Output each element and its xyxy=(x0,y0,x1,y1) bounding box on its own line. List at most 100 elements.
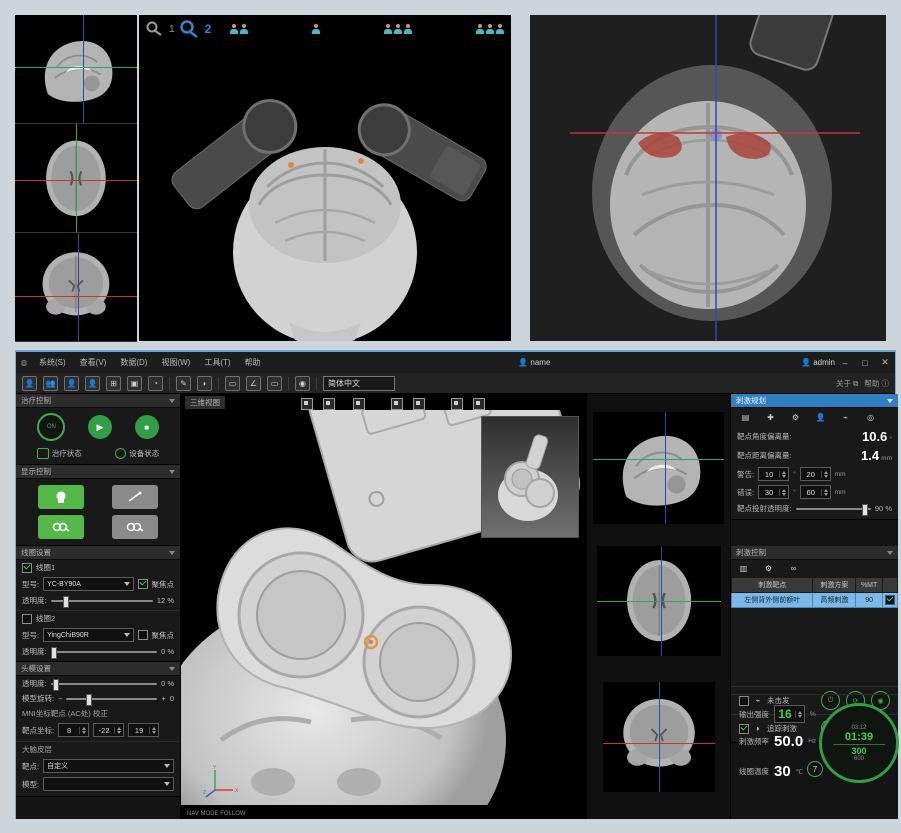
camera-icon[interactable]: ◉ xyxy=(295,376,310,391)
view-cube-top-icon[interactable] xyxy=(413,398,425,410)
menu-system[interactable]: 系统(S) xyxy=(32,357,73,368)
target-select[interactable]: 自定义 xyxy=(43,759,174,773)
intensity-spinner[interactable]: 16 xyxy=(774,705,805,723)
coord-z-spinner[interactable]: 19 xyxy=(128,723,159,737)
add-target-icon[interactable]: ✚ xyxy=(764,411,777,424)
view-cube-left-icon[interactable] xyxy=(353,398,365,410)
head-coils-render[interactable] xyxy=(139,37,511,341)
mri-coronal-view[interactable] xyxy=(15,233,137,342)
coord-y-spinner[interactable]: -22 xyxy=(93,723,124,737)
projection-opacity-slider[interactable] xyxy=(796,508,871,510)
device-icon[interactable]: ▭ xyxy=(267,376,282,391)
show-coil2-button[interactable] xyxy=(112,515,158,539)
warn-distance-spinner[interactable]: 20 xyxy=(800,467,831,481)
registration-icon[interactable]: ⊞ xyxy=(106,376,121,391)
slice-coronal[interactable] xyxy=(603,682,715,792)
minimize-button[interactable]: – xyxy=(835,358,855,368)
help-link[interactable]: 帮助 ⓘ xyxy=(864,378,889,389)
angle-tool-icon[interactable]: ∠ xyxy=(246,376,261,391)
maximize-button[interactable]: □ xyxy=(855,358,875,368)
patient-info-icon[interactable]: 👤 xyxy=(64,376,79,391)
rotate-minus-button[interactable]: − xyxy=(58,694,62,703)
mri-axial-view[interactable] xyxy=(15,124,137,233)
coil-2-icon[interactable] xyxy=(179,19,201,39)
stim-table-row[interactable]: 左侧背外侧前额叶 高频刺激 90 xyxy=(732,593,898,608)
stim-settings-icon[interactable]: ⚙ xyxy=(762,562,775,575)
coil-1-icon[interactable] xyxy=(145,20,165,38)
image-viewer-icon[interactable]: ▣ xyxy=(127,376,142,391)
mri-sagittal-view[interactable] xyxy=(15,15,137,124)
play-button[interactable]: ▶ xyxy=(88,415,112,439)
coil2-model-select[interactable]: YingChiB90R xyxy=(43,628,133,642)
crosshair-vertical xyxy=(83,15,84,123)
settings-gear-icon[interactable]: ⚙ xyxy=(789,411,802,424)
warn-angle-spinner[interactable]: 10 xyxy=(758,467,789,481)
head-model-icon[interactable]: 👤 xyxy=(814,411,827,424)
viewport-tab[interactable]: 三维视图 xyxy=(185,396,225,409)
treatment-section-header[interactable]: 治疗控制 xyxy=(16,394,180,408)
menu-data[interactable]: 数据(D) xyxy=(113,357,154,368)
coil-settings-header[interactable]: 线圈设置 xyxy=(16,546,180,560)
stop-button[interactable]: ■ xyxy=(135,415,159,439)
coil2-focus-checkbox[interactable] xyxy=(138,630,148,640)
show-head-button[interactable] xyxy=(38,485,84,509)
model-select[interactable] xyxy=(43,777,174,791)
view-cube-right-icon[interactable] xyxy=(391,398,403,410)
patient-list-icon[interactable]: 👥 xyxy=(43,376,58,391)
projection-opacity-value: 90 % xyxy=(875,504,892,513)
patient-remove-icon[interactable]: 👤 xyxy=(85,376,100,391)
coil2-opacity-slider[interactable] xyxy=(51,651,157,653)
view-cube-front-icon[interactable] xyxy=(301,398,313,410)
show-coil1-button[interactable] xyxy=(38,515,84,539)
error-distance-spinner[interactable]: 60 xyxy=(800,485,831,499)
target-crosshair-icon[interactable]: ◎ xyxy=(864,411,877,424)
close-button[interactable]: ✕ xyxy=(875,357,895,368)
head-rotate-slider[interactable] xyxy=(66,698,157,700)
rotate-plus-button[interactable]: + xyxy=(161,694,165,703)
stim-header[interactable]: 刺激控制 xyxy=(731,546,898,560)
menu-help[interactable]: 帮助 xyxy=(238,357,268,368)
power-on-button[interactable]: ON xyxy=(37,413,65,441)
coil1-opacity-slider[interactable] xyxy=(51,600,153,602)
show-pointer-button[interactable] xyxy=(112,485,158,509)
history-icon[interactable]: ◔ xyxy=(148,376,163,391)
target-select-label: 靶点: xyxy=(22,761,39,772)
display-section-header[interactable]: 显示控制 xyxy=(16,465,180,479)
crosshair-vertical xyxy=(78,233,79,341)
marker-pen-icon[interactable]: ✎ xyxy=(176,376,191,391)
slice-axial[interactable] xyxy=(597,546,721,656)
coil1-checkbox[interactable] xyxy=(22,563,32,573)
stim-coil-icon[interactable]: ∞ xyxy=(787,562,800,575)
language-select[interactable]: 简体中文 xyxy=(323,376,395,391)
add-patient-icon[interactable]: 👤 xyxy=(22,376,37,391)
coil1-model-select[interactable]: YC-BY90A xyxy=(43,577,133,591)
viewport-3d[interactable]: 三维视图 xyxy=(181,394,587,819)
view-cube-back-icon[interactable] xyxy=(323,398,335,410)
coil2-checkbox[interactable] xyxy=(22,614,32,624)
trajectory-icon[interactable]: ⌁ xyxy=(839,411,852,424)
brain-coil-render[interactable] xyxy=(530,15,886,341)
view-cube-iso-icon[interactable] xyxy=(473,398,485,410)
coil1-focus-checkbox[interactable] xyxy=(138,579,148,589)
patient-icon: 👤 xyxy=(518,358,528,367)
coord-x-spinner[interactable]: 8 xyxy=(58,723,89,737)
card-icon[interactable]: ▭ xyxy=(225,376,240,391)
coil-inset-preview[interactable] xyxy=(481,416,579,538)
menu-view[interactable]: 查看(V) xyxy=(73,357,114,368)
head-model-header[interactable]: 头模设置 xyxy=(16,662,180,676)
coil1-opacity-label: 透明度: xyxy=(22,595,47,606)
menu-layout[interactable]: 视图(W) xyxy=(154,357,197,368)
row-checkbox[interactable] xyxy=(885,595,895,605)
session-timer[interactable]: 03:12 01:39 300 600 xyxy=(819,703,899,783)
about-link[interactable]: 关于 ⧉ xyxy=(836,378,858,389)
menu-tools[interactable]: 工具(T) xyxy=(197,357,237,368)
view-cube-bottom-icon[interactable] xyxy=(451,398,463,410)
save-plan-icon[interactable]: ▥ xyxy=(737,562,750,575)
open-plan-icon[interactable]: ▤ xyxy=(739,411,752,424)
slice-sagittal[interactable] xyxy=(593,412,724,524)
planning-header[interactable]: 刺激规划 xyxy=(731,394,898,408)
slice-column xyxy=(587,394,730,819)
error-angle-spinner[interactable]: 30 xyxy=(758,485,789,499)
head-opacity-slider[interactable] xyxy=(51,683,157,685)
coil-check-icon[interactable]: ◗ xyxy=(197,376,212,391)
